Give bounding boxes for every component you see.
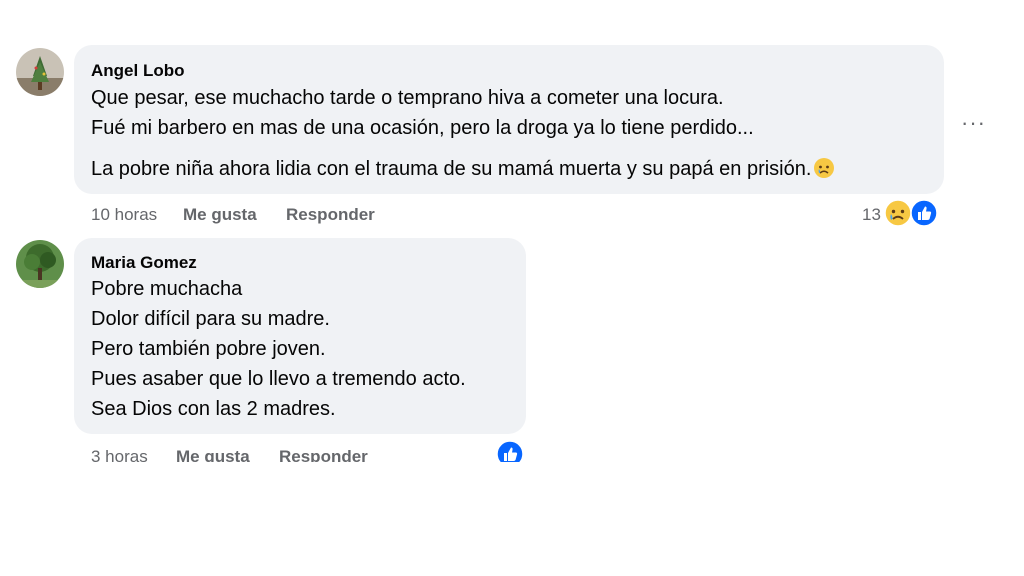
comment-text-line: Pobre muchacha — [91, 278, 243, 300]
sad-emoji-icon — [813, 157, 835, 185]
comment-text-line: Sea Dios con las 2 madres. — [91, 398, 336, 420]
like-button[interactable]: Me gusta — [183, 205, 257, 225]
comment-text-line: Que pesar, ese muchacho tarde o temprano… — [91, 87, 724, 109]
more-options-icon[interactable]: ··· — [961, 110, 986, 136]
comment-text: La pobre niña ahora lidia con el trauma … — [91, 158, 812, 180]
comment-author[interactable]: Angel Lobo — [91, 61, 184, 81]
reply-button[interactable]: Responder — [279, 447, 368, 462]
comments-section: Angel Lobo Que pesar, ese muchacho tarde… — [0, 0, 1024, 462]
comment-author[interactable]: Maria Gomez — [91, 253, 197, 273]
sad-reaction-icon[interactable] — [884, 199, 912, 232]
comment-text-line: Pues asaber que lo llevo a tremendo acto… — [91, 368, 466, 390]
like-reaction-icon[interactable] — [496, 440, 524, 462]
reply-button[interactable]: Responder — [286, 205, 375, 225]
avatar[interactable] — [16, 48, 64, 96]
reaction-count[interactable]: 13 — [862, 205, 881, 225]
like-reaction-icon[interactable] — [910, 199, 938, 232]
like-button[interactable]: Me gusta — [176, 447, 250, 462]
comment-text-line: Pero también pobre joven. — [91, 338, 326, 360]
comment-text-line: Fué mi barbero en mas de una ocasión, pe… — [91, 117, 754, 139]
avatar[interactable] — [16, 240, 64, 288]
comment-time[interactable]: 3 horas — [91, 447, 148, 462]
comment-text-line-with-emoji: La pobre niña ahora lidia con el trauma … — [91, 157, 835, 185]
comment-time[interactable]: 10 horas — [91, 205, 157, 225]
comment-text-line: Dolor difícil para su madre. — [91, 308, 330, 330]
